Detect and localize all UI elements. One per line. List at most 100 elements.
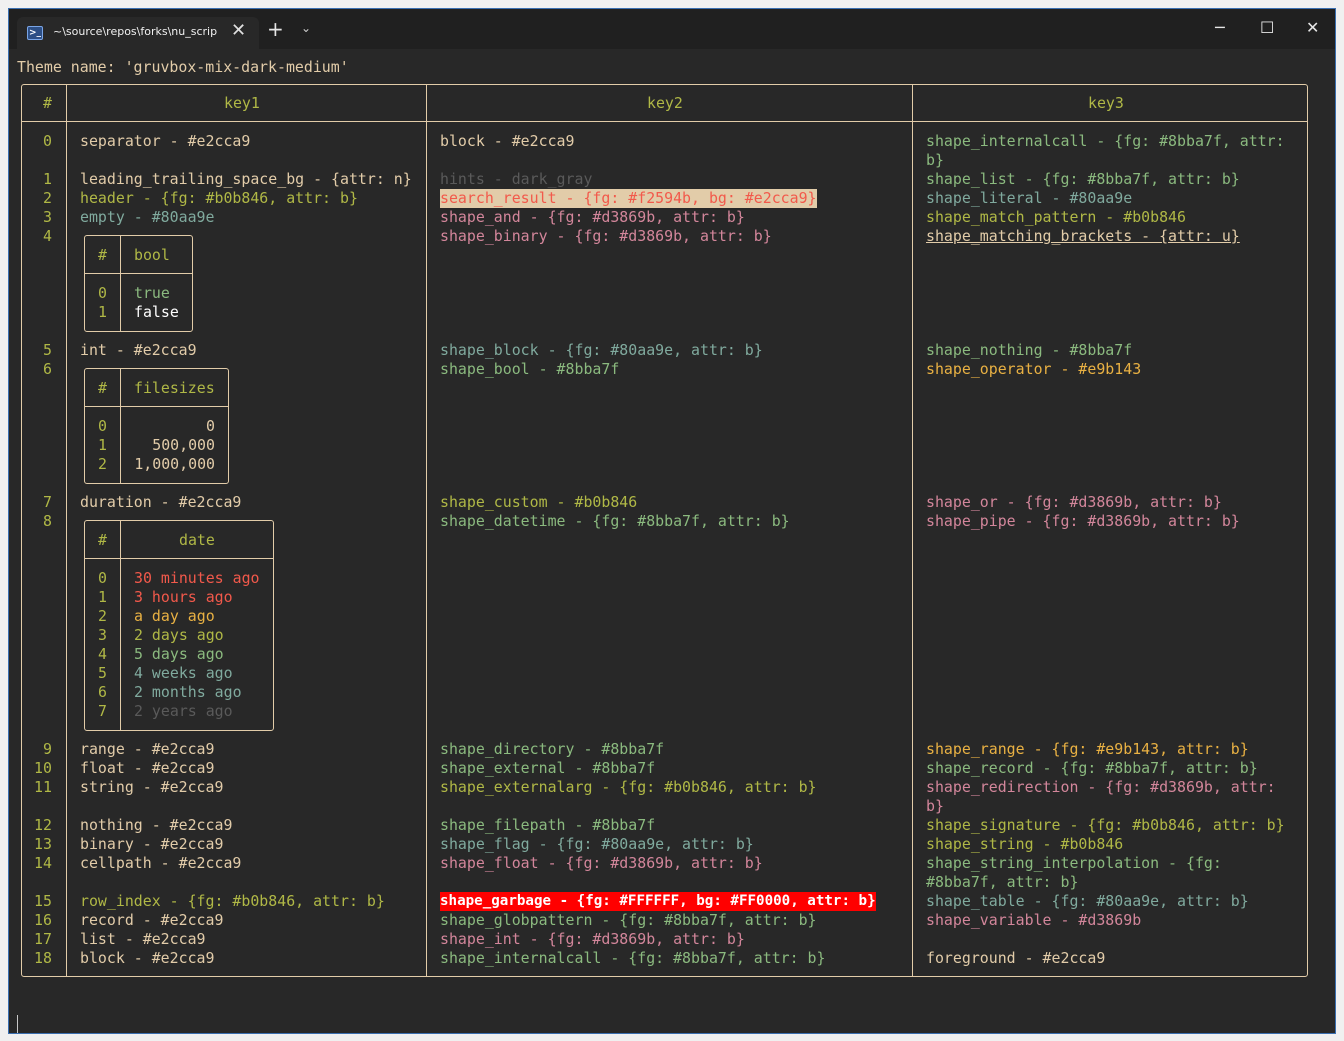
date-table-index: 0 bbox=[98, 569, 107, 587]
key2-cell: shape_bool - #8bba7f bbox=[440, 360, 620, 378]
row-index: 1 bbox=[43, 170, 52, 188]
key3-cell: shape_signature - {fg: #b0b846, attr: b} bbox=[926, 816, 1285, 834]
chevron-down-icon[interactable]: ⌄ bbox=[301, 21, 311, 35]
key3-cell: shape_operator - #e9b143 bbox=[926, 360, 1142, 378]
column-separator bbox=[426, 84, 427, 977]
title-bar: >_ ~\source\repos\forks\nu_scrip ✕ + ⌄ ─… bbox=[9, 9, 1335, 49]
close-tab-icon[interactable]: ✕ bbox=[231, 20, 246, 41]
key3-cell: shape_table - {fg: #80aa9e, attr: b} bbox=[926, 892, 1249, 910]
header-key2: key2 bbox=[647, 94, 683, 112]
key2-cell: shape_globpattern - {fg: #8bba7f, attr: … bbox=[440, 911, 817, 929]
row-index: 12 bbox=[34, 816, 52, 834]
minimize-button[interactable]: ─ bbox=[1215, 19, 1225, 37]
date-value: a day ago bbox=[134, 607, 215, 625]
key3-cell: shape_range - {fg: #e9b143, attr: b} bbox=[926, 740, 1249, 758]
key2-cell: shape_datetime - {fg: #8bba7f, attr: b} bbox=[440, 512, 790, 530]
key2-cell: shape_external - #8bba7f bbox=[440, 759, 656, 777]
key3-cell-wrap: b} bbox=[926, 151, 944, 169]
key3-cell: shape_redirection - {fg: #d3869b, attr: bbox=[926, 778, 1276, 796]
date-table-index: 7 bbox=[98, 702, 107, 720]
key3-cell: shape_literal - #80aa9e bbox=[926, 189, 1133, 207]
key1-cell: string - #e2cca9 bbox=[80, 778, 224, 796]
bool-true-value: true bbox=[134, 284, 170, 302]
row-index: 9 bbox=[43, 740, 52, 758]
row-index: 3 bbox=[43, 208, 52, 226]
row-index: 2 bbox=[43, 189, 52, 207]
bool-table-index: 0 bbox=[98, 284, 107, 302]
filesizes-table-index-header: # bbox=[98, 379, 107, 397]
bool-table-header-separator bbox=[84, 273, 193, 274]
new-tab-button[interactable]: + bbox=[267, 19, 284, 39]
date-value: 3 hours ago bbox=[134, 588, 233, 606]
column-separator bbox=[66, 84, 67, 977]
row-index: 11 bbox=[34, 778, 52, 796]
date-table-index: 4 bbox=[98, 645, 107, 663]
date-value: 2 years ago bbox=[134, 702, 233, 720]
date-table-index: 3 bbox=[98, 626, 107, 644]
date-value: 5 days ago bbox=[134, 645, 224, 663]
key2-cell: shape_custom - #b0b846 bbox=[440, 493, 638, 511]
key1-cell: block - #e2cca9 bbox=[80, 949, 215, 967]
key1-cell: separator - #e2cca9 bbox=[80, 132, 251, 150]
key2-cell: hints - dark_gray bbox=[440, 170, 593, 188]
date-table-header: date bbox=[179, 531, 215, 549]
terminal-content[interactable]: Theme name: 'gruvbox-mix-dark-medium' # … bbox=[9, 49, 1335, 1033]
key3-cell: shape_matching_brackets - {attr: u} bbox=[926, 227, 1240, 245]
column-separator bbox=[912, 84, 913, 977]
key1-cell: leading_trailing_space_bg - {attr: n} bbox=[80, 170, 412, 188]
key1-cell: float - #e2cca9 bbox=[80, 759, 215, 777]
key2-cell: shape_flag - {fg: #80aa9e, attr: b} bbox=[440, 835, 754, 853]
key3-cell: shape_string - #b0b846 bbox=[926, 835, 1124, 853]
key1-cell: duration - #e2cca9 bbox=[80, 493, 242, 511]
date-value: 2 days ago bbox=[134, 626, 224, 644]
close-window-button[interactable]: ✕ bbox=[1306, 19, 1319, 37]
header-key1: key1 bbox=[224, 94, 260, 112]
key3-cell: shape_variable - #d3869b bbox=[926, 911, 1142, 929]
key2-cell: shape_directory - #8bba7f bbox=[440, 740, 665, 758]
key3-cell: shape_record - {fg: #8bba7f, attr: b} bbox=[926, 759, 1258, 777]
row-index: 15 bbox=[34, 892, 52, 910]
key1-cell: binary - #e2cca9 bbox=[80, 835, 224, 853]
key1-cell: range - #e2cca9 bbox=[80, 740, 215, 758]
key2-cell: shape_int - {fg: #d3869b, attr: b} bbox=[440, 930, 745, 948]
bool-table-index: 1 bbox=[98, 303, 107, 321]
bool-table-header: bool bbox=[134, 246, 170, 264]
key2-cell: block - #e2cca9 bbox=[440, 132, 575, 150]
key1-cell: int - #e2cca9 bbox=[80, 341, 197, 359]
bool-table-column-separator bbox=[120, 235, 121, 332]
date-value: 2 months ago bbox=[134, 683, 242, 701]
key3-cell: foreground - #e2cca9 bbox=[926, 949, 1106, 967]
key2-cell: shape_internalcall - {fg: #8bba7f, attr:… bbox=[440, 949, 826, 967]
date-table-index: 1 bbox=[98, 588, 107, 606]
key3-cell: shape_list - {fg: #8bba7f, attr: b} bbox=[926, 170, 1240, 188]
key1-cell: cellpath - #e2cca9 bbox=[80, 854, 242, 872]
key3-cell: shape_or - {fg: #d3869b, attr: b} bbox=[926, 493, 1222, 511]
key2-cell: shape_and - {fg: #d3869b, attr: b} bbox=[440, 208, 745, 226]
text-cursor bbox=[17, 1015, 18, 1033]
date-table-header-separator bbox=[84, 558, 274, 559]
key2-cell: shape_filepath - #8bba7f bbox=[440, 816, 656, 834]
filesize-value: 1,000,000 bbox=[134, 455, 215, 473]
key1-cell: header - {fg: #b0b846, attr: b} bbox=[80, 189, 358, 207]
maximize-button[interactable]: ☐ bbox=[1260, 19, 1274, 37]
header-key3: key3 bbox=[1088, 94, 1124, 112]
filesizes-table-column-separator bbox=[120, 368, 121, 484]
header-separator bbox=[21, 121, 1308, 122]
key3-cell: shape_internalcall - {fg: #8bba7f, attr: bbox=[926, 132, 1285, 150]
key3-cell-wrap: #8bba7f, attr: b} bbox=[926, 873, 1079, 891]
bool-false-value: false bbox=[134, 303, 179, 321]
key2-cell: shape_externalarg - {fg: #b0b846, attr: … bbox=[440, 778, 817, 796]
search-result-cell: search_result - {fg: #f2594b, bg: #e2cca… bbox=[440, 189, 817, 208]
key1-cell: record - #e2cca9 bbox=[80, 911, 224, 929]
key3-cell: shape_match_pattern - #b0b846 bbox=[926, 208, 1186, 226]
row-index: 6 bbox=[43, 360, 52, 378]
bool-table-index-header: # bbox=[98, 246, 107, 264]
row-index: 10 bbox=[34, 759, 52, 777]
filesizes-table-index: 1 bbox=[98, 436, 107, 454]
row-index: 8 bbox=[43, 512, 52, 530]
row-index: 14 bbox=[34, 854, 52, 872]
row-index: 16 bbox=[34, 911, 52, 929]
terminal-tab[interactable]: >_ ~\source\repos\forks\nu_scrip ✕ bbox=[17, 17, 259, 49]
filesizes-table-header-separator bbox=[84, 406, 229, 407]
key2-cell: shape_binary - {fg: #d3869b, attr: b} bbox=[440, 227, 772, 245]
